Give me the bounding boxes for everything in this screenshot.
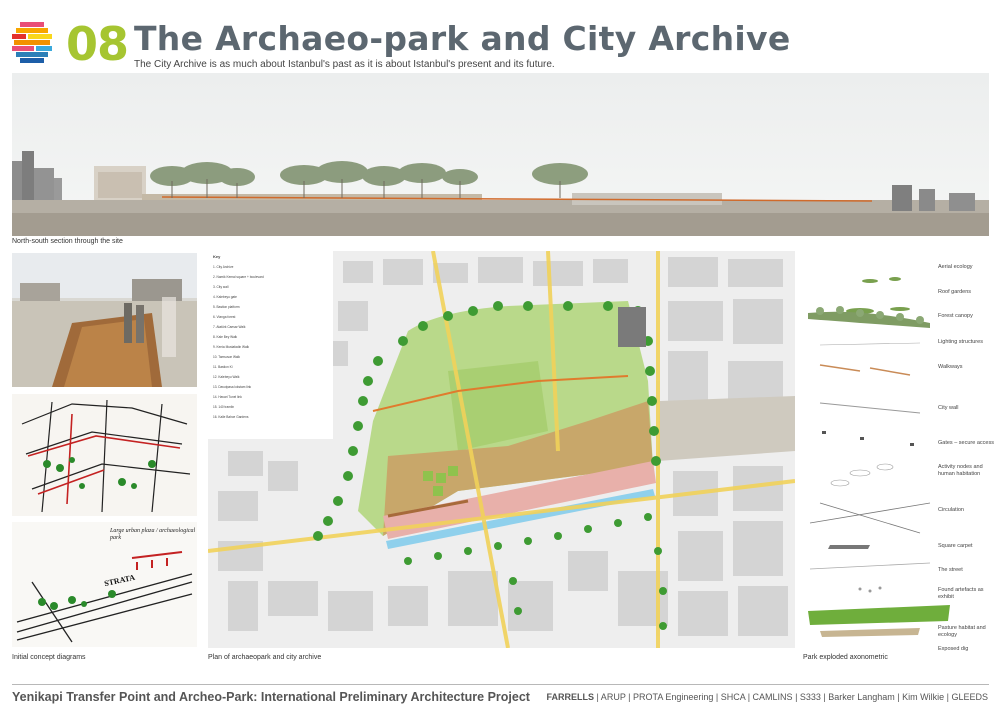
axo-label: Exposed dig bbox=[938, 646, 969, 652]
key-item: 2. Namik Kemal square + boulevard bbox=[213, 275, 264, 279]
plan-key: Key 1. City Archive 2. Namik Kemal squar… bbox=[208, 251, 333, 439]
key-item: 16. Kalle Bahce Gardens bbox=[213, 415, 249, 419]
page-title: The Archaeo-park and City Archive bbox=[134, 19, 791, 58]
site-photomontage bbox=[12, 253, 197, 387]
key-item: 13. Davutpasa lokstam link bbox=[213, 385, 252, 389]
key-item: 6. Vlanga forest bbox=[213, 315, 236, 319]
concept-sketch-plan bbox=[12, 394, 197, 516]
key-item: 4. Kalebeyu gate bbox=[213, 295, 237, 299]
page-subtitle: The City Archive is as much about Istanb… bbox=[134, 59, 555, 70]
key-item: 12. Kalebeyu Walk bbox=[213, 375, 240, 379]
axo-label: Square carpet bbox=[938, 543, 973, 549]
axo-label: Activity nodes and human habitation bbox=[938, 464, 983, 477]
axo-label: The street bbox=[938, 567, 963, 573]
key-item: 15. 140 tramlin bbox=[213, 405, 235, 409]
footer-divider bbox=[12, 684, 989, 685]
key-title: Key bbox=[213, 254, 221, 259]
credit-list: | ARUP | PROTA Engineering | SHCA | CAML… bbox=[593, 692, 988, 702]
sheet-number: 08 bbox=[66, 17, 129, 71]
key-item: 5. Bastion platform bbox=[213, 305, 240, 309]
key-item: 9. Kenia Mustafadin Walk bbox=[213, 345, 250, 349]
section-drawing bbox=[12, 73, 989, 236]
axo-label: Forest canopy bbox=[938, 313, 973, 319]
axo-label: Found artefacts as exhibit bbox=[938, 587, 984, 600]
concept-caption: Initial concept diagrams bbox=[12, 654, 86, 661]
axo-label: Pasture habitat and ecology bbox=[938, 625, 986, 638]
key-item: 10. Tamsuvar Walk bbox=[213, 355, 240, 359]
axo-label: Circulation bbox=[938, 507, 964, 513]
axo-label: Lighting structures bbox=[938, 339, 983, 345]
project-logo-icon bbox=[12, 22, 52, 63]
key-item: 14. Havari Tunel link bbox=[213, 395, 242, 399]
concept-sketch-section: Large urban plaza / archaeological park … bbox=[12, 522, 197, 647]
axo-label: Roof gardens bbox=[938, 289, 972, 295]
key-item: 11. Bastion Ki bbox=[213, 365, 233, 369]
axo-label: City wall bbox=[938, 405, 959, 411]
key-item: 1. City Archive bbox=[213, 265, 234, 269]
section-caption: North-south section through the site bbox=[12, 238, 123, 245]
axo-caption: Park exploded axonometric bbox=[803, 654, 888, 661]
plan-caption: Plan of archaeopark and city archive bbox=[208, 654, 322, 661]
lead-architect: FARRELLS bbox=[546, 692, 594, 702]
sketch-note-upper: Large urban plaza / archaeological park bbox=[110, 528, 196, 541]
axo-label: Walkways bbox=[938, 364, 963, 370]
key-item: 7. Atatürk Caesar Walk bbox=[213, 325, 246, 329]
key-item: 8. Kale Bey Walk bbox=[213, 335, 238, 339]
key-item: 3. City wall bbox=[213, 285, 229, 289]
credits: FARRELLS | ARUP | PROTA Engineering | SH… bbox=[546, 692, 988, 702]
project-title: Yenikapi Transfer Point and Archeo-Park:… bbox=[12, 690, 530, 704]
axo-label: Gates – secure access bbox=[938, 440, 994, 446]
axo-label: Aerial ecology bbox=[938, 264, 973, 270]
